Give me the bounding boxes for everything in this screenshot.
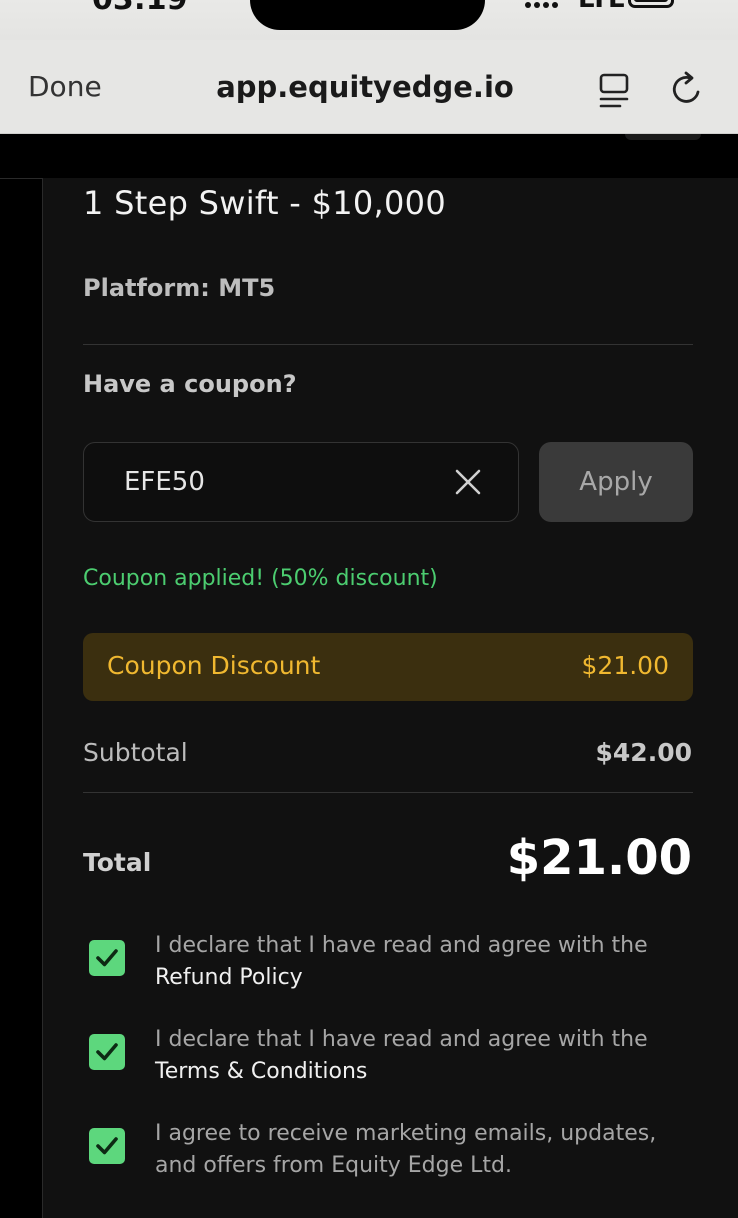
coupon-discount-row: Coupon Discount $21.00 — [83, 633, 693, 701]
agreement-text: I agree to receive marketing emails, upd… — [155, 1118, 695, 1182]
agreement-statement: I declare that I have read and agree wit… — [155, 933, 648, 958]
marketing-checkbox[interactable] — [89, 1128, 125, 1164]
checkmark-icon — [96, 1043, 118, 1061]
checkout-summary-card: 1 Step Swift - $10,000 Platform: MT5 Hav… — [42, 178, 738, 1218]
total-label: Total — [83, 848, 152, 877]
carrier-label: LTE — [578, 0, 626, 14]
clear-icon[interactable] — [453, 467, 483, 497]
apply-coupon-button[interactable]: Apply — [539, 442, 693, 522]
agreement-text: I declare that I have read and agree wit… — [155, 930, 695, 994]
coupon-heading: Have a coupon? — [83, 370, 297, 398]
coupon-status-message: Coupon applied! (50% discount) — [83, 566, 438, 591]
refund-policy-link[interactable]: Refund Policy — [155, 962, 695, 994]
platform-label: Platform: MT5 — [83, 274, 276, 302]
tab-indicator — [625, 134, 701, 140]
terms-checkbox[interactable] — [89, 1034, 125, 1070]
subtotal-value: $42.00 — [595, 738, 692, 767]
product-title: 1 Step Swift - $10,000 — [83, 184, 447, 222]
discount-value: $21.00 — [581, 651, 669, 680]
checkmark-icon — [96, 949, 118, 967]
dynamic-island — [250, 0, 485, 30]
signal-strength-icon — [525, 2, 559, 12]
total-value: $21.00 — [506, 830, 692, 886]
browser-toolbar: Done app.equityedge.io — [0, 40, 738, 134]
status-time: 03:19 — [92, 0, 188, 17]
battery-icon — [628, 0, 674, 8]
url-address[interactable]: app.equityedge.io — [150, 70, 580, 104]
page-content: 1 Step Swift - $10,000 Platform: MT5 Hav… — [0, 134, 738, 1218]
subtotal-label: Subtotal — [83, 738, 188, 767]
status-bar: 03:19 LTE — [0, 0, 738, 40]
agreement-statement: I declare that I have read and agree wit… — [155, 1027, 648, 1052]
refund-policy-checkbox[interactable] — [89, 940, 125, 976]
done-button[interactable]: Done — [28, 70, 102, 103]
terms-conditions-link[interactable]: Terms & Conditions — [155, 1056, 695, 1088]
discount-label: Coupon Discount — [107, 651, 321, 680]
checkmark-icon — [96, 1137, 118, 1155]
agreement-statement: I agree to receive marketing emails, upd… — [155, 1121, 657, 1178]
reader-icon[interactable] — [598, 72, 630, 110]
divider — [83, 344, 693, 345]
divider — [83, 792, 693, 793]
reload-icon[interactable] — [668, 70, 706, 108]
agreement-text: I declare that I have read and agree wit… — [155, 1024, 695, 1088]
